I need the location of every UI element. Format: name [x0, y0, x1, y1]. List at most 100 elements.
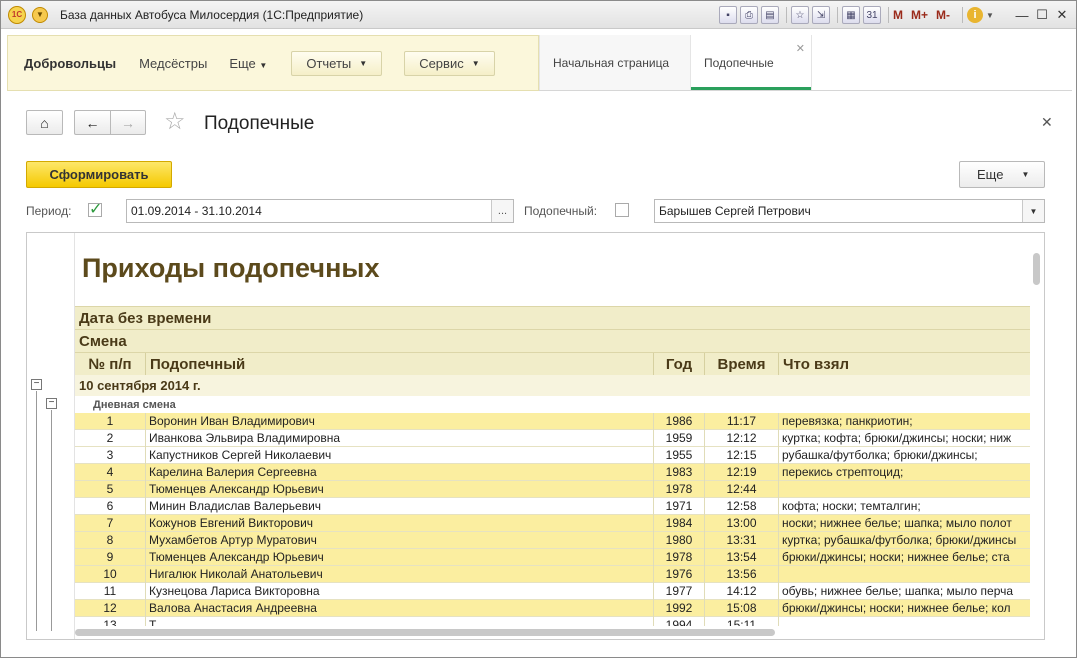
star-icon[interactable]: ☆ — [164, 109, 186, 135]
row-time: 13:31 — [705, 532, 779, 549]
table-row[interactable]: 9 Тюменцев Александр Юрьевич 1978 13:54 брюк… — [75, 549, 1030, 566]
row-time: 12:12 — [705, 430, 779, 447]
info-icon[interactable]: i — [967, 7, 984, 23]
table-row[interactable]: 2 Иванкова Эльвира Владимировна 1959 12:12 к… — [75, 430, 1030, 447]
row-year: 1971 — [654, 498, 705, 515]
ward-label: Подопечный: — [524, 204, 598, 218]
row-items: носки; нижнее белье; шапка; мыло полот — [782, 516, 1012, 530]
toolbar-divider — [962, 7, 964, 23]
forward-button[interactable]: → — [110, 110, 146, 135]
row-ward-name: Тюменцев Александр Юрьевич — [146, 481, 654, 498]
main-menu-icon[interactable]: ▼ — [32, 6, 48, 23]
horizontal-scrollbar[interactable] — [75, 626, 1030, 639]
row-ward-name: Валова Анастасия Андреевна — [146, 600, 654, 617]
row-time: 12:15 — [705, 447, 779, 464]
reports-button[interactable]: Отчеты ▼ — [291, 50, 383, 76]
row-items: обувь; нижнее белье; шапка; мыло перча — [782, 584, 1014, 598]
collapse-group-icon[interactable]: − — [31, 379, 42, 390]
back-button[interactable]: ← — [74, 110, 110, 135]
grouping-gutter: − − — [27, 233, 75, 639]
row-number: 10 — [75, 566, 146, 583]
row-ward-name: Кузнецова Лариса Викторовна — [146, 583, 654, 600]
table-row[interactable]: 13 Т 1994 15:11 — [75, 617, 1030, 626]
period-select-button[interactable]: ... — [491, 200, 513, 222]
row-year: 1978 — [654, 549, 705, 566]
period-label: Период: — [26, 204, 72, 218]
save-icon[interactable]: ▪ — [719, 6, 737, 24]
row-time: 15:11 — [705, 617, 779, 626]
table-row[interactable]: 5 Тюменцев Александр Юрьевич 1978 12:44 — [75, 481, 1030, 498]
home-button[interactable]: ⌂ — [26, 110, 63, 135]
section-volunteers[interactable]: Добровольцы — [24, 56, 116, 71]
section-more-label: Еще — [229, 55, 256, 71]
info-dropdown-icon[interactable]: ▼ — [986, 11, 994, 20]
ward-checkbox[interactable] — [615, 203, 629, 217]
memory-button[interactable]: M — [893, 8, 903, 22]
link-icon[interactable]: ⇲ — [812, 6, 830, 24]
favorites-icon[interactable]: ☆ — [791, 6, 809, 24]
table-row[interactable]: 1 Воронин Иван Владимирович 1986 11:17 перев… — [75, 413, 1030, 430]
row-year: 1994 — [654, 617, 705, 626]
table-row[interactable]: 4 Карелина Валерия Сергеевна 1983 12:19 пере… — [75, 464, 1030, 481]
section-more[interactable]: Еще ▼ — [229, 56, 267, 71]
close-window-button[interactable]: ✕ — [1053, 6, 1071, 24]
row-items: куртка; рубашка/футболка; брюки/джинсы — [782, 533, 1017, 547]
row-items: брюки/джинсы; носки; нижнее белье; кол — [782, 601, 1011, 615]
tab-home[interactable]: Начальная страница — [539, 35, 691, 90]
section-nurses[interactable]: Медсёстры — [139, 56, 207, 71]
table-row[interactable]: 3 Капустников Сергей Николаевич 1955 12:15 р… — [75, 447, 1030, 464]
collapse-group-icon[interactable]: − — [46, 398, 57, 409]
ward-dropdown-button[interactable]: ▼ — [1022, 200, 1044, 222]
open-tabs: Начальная страница Подопечные ✕ — [539, 35, 1072, 91]
print-icon[interactable]: ⎙ — [740, 6, 758, 24]
service-button[interactable]: Сервис ▼ — [404, 50, 495, 76]
service-label: Сервис — [419, 55, 464, 71]
generate-report-button[interactable]: Сформировать — [26, 161, 172, 188]
memory-minus-button[interactable]: M- — [936, 8, 950, 22]
title-bar: 1С ▼ База данных Автобуса Милосердия (1С… — [1, 1, 1076, 29]
memory-plus-button[interactable]: M+ — [911, 8, 928, 22]
close-icon[interactable]: ✕ — [796, 42, 805, 55]
vertical-scroll-thumb[interactable] — [1033, 253, 1040, 285]
tab-wards[interactable]: Подопечные ✕ — [691, 35, 812, 90]
row-year: 1984 — [654, 515, 705, 532]
row-number: 2 — [75, 430, 146, 447]
ward-field[interactable]: Барышев Сергей Петрович ▼ — [654, 199, 1045, 223]
title-toolbar: ▪ ⎙ ▤ ☆ ⇲ ▦ 31 M M+ M- i ▼ — [719, 5, 994, 25]
column-headers: № п/п Подопечный Год Время Что взял — [75, 352, 1030, 376]
arrow-left-icon: ← — [85, 114, 100, 131]
close-icon[interactable]: ✕ — [1041, 114, 1053, 131]
more-actions-button[interactable]: Еще ▼ — [959, 161, 1045, 188]
column-header-ward: Подопечный — [146, 353, 654, 376]
table-row[interactable]: 8 Мухамбетов Артур Муратович 1980 13:31 курт… — [75, 532, 1030, 549]
row-ward-name: Т — [146, 617, 654, 626]
preview-icon[interactable]: ▤ — [761, 6, 779, 24]
table-row[interactable]: 12 Валова Анастасия Андреевна 1992 15:08 брю… — [75, 600, 1030, 617]
row-ward-name: Иванкова Эльвира Владимировна — [146, 430, 654, 447]
period-checkbox[interactable] — [88, 199, 102, 219]
chevron-down-icon: ▼ — [259, 60, 268, 70]
row-ward-name: Воронин Иван Владимирович — [146, 413, 654, 430]
row-year: 1986 — [654, 413, 705, 430]
calculator-icon[interactable]: ▦ — [842, 6, 860, 24]
table-row[interactable]: 6 Минин Владислав Валерьевич 1971 12:58 кофт… — [75, 498, 1030, 515]
row-items: кофта; носки; темталгин; — [782, 499, 921, 513]
vertical-scrollbar[interactable] — [1030, 233, 1044, 626]
table-row[interactable]: 7 Кожунов Евгений Викторович 1984 13:00 носк… — [75, 515, 1030, 532]
reports-label: Отчеты — [306, 55, 352, 71]
table-row[interactable]: 10 Нигалюк Николай Анатольевич 1976 13:56 — [75, 566, 1030, 583]
row-items — [779, 617, 1030, 626]
minimize-button[interactable]: — — [1013, 6, 1031, 24]
table-row[interactable]: 11 Кузнецова Лариса Викторовна 1977 14:12 об… — [75, 583, 1030, 600]
date-group-row: 10 сентября 2014 г. — [75, 375, 1030, 396]
row-year: 1955 — [654, 447, 705, 464]
calendar-icon[interactable]: 31 — [863, 6, 881, 24]
maximize-button[interactable]: ☐ — [1033, 6, 1051, 24]
tab-label: Подопечные — [704, 55, 774, 70]
horizontal-scroll-thumb[interactable] — [75, 629, 775, 636]
app-window: 1С ▼ База данных Автобуса Милосердия (1С… — [0, 0, 1077, 658]
column-header-number: № п/п — [75, 353, 146, 376]
period-field[interactable]: 01.09.2014 - 31.10.2014 ... — [126, 199, 514, 223]
report-title: Приходы подопечных — [82, 253, 380, 283]
row-ward-name: Минин Владислав Валерьевич — [146, 498, 654, 515]
